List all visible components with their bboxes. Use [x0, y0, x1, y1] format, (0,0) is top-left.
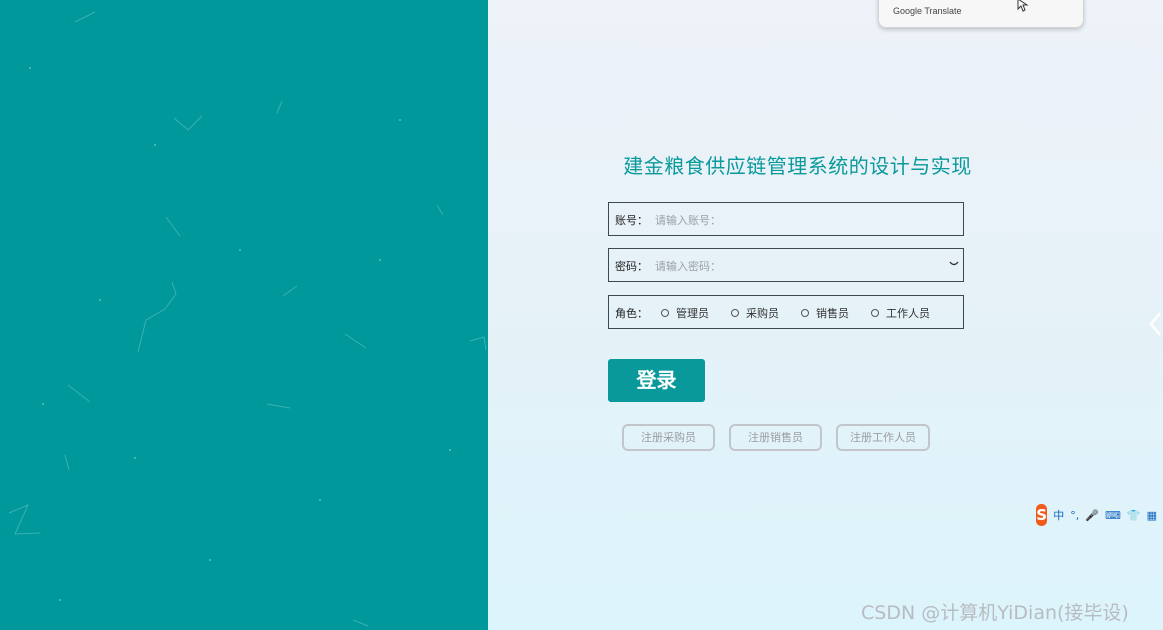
- password-label: 密码：: [615, 260, 648, 273]
- google-translate-popup[interactable]: Google Translate: [878, 0, 1084, 28]
- account-input[interactable]: [653, 207, 947, 233]
- password-field[interactable]: 密码：: [608, 248, 964, 282]
- page-title: 建金粮食供应链管理系统的设计与实现: [623, 154, 972, 178]
- role-option-seller[interactable]: 销售员: [801, 305, 849, 321]
- keyboard-icon[interactable]: ⌨: [1105, 509, 1121, 522]
- ime-punctuation-icon[interactable]: °,: [1070, 509, 1079, 522]
- register-seller-button[interactable]: 注册销售员: [729, 424, 822, 451]
- register-staff-button[interactable]: 注册工作人员: [836, 424, 930, 451]
- role-radio-group: 管理员 采购员 销售员 工作人员: [661, 296, 952, 330]
- skin-icon[interactable]: 👕: [1127, 509, 1141, 522]
- password-input[interactable]: [653, 253, 947, 279]
- ime-mode-toggle[interactable]: 中: [1053, 507, 1064, 523]
- role-option-label: 管理员: [676, 307, 709, 320]
- sogou-logo-icon[interactable]: S: [1036, 504, 1048, 526]
- login-button[interactable]: 登录: [608, 359, 705, 402]
- grid-menu-icon[interactable]: ▦: [1147, 509, 1157, 522]
- radio-circle-icon[interactable]: [801, 309, 809, 317]
- eye-closed-icon[interactable]: [949, 257, 959, 270]
- particle-lines: [8, 11, 487, 627]
- role-option-admin[interactable]: 管理员: [661, 305, 709, 321]
- role-option-label: 销售员: [816, 307, 849, 320]
- radio-circle-icon[interactable]: [661, 309, 669, 317]
- register-purchaser-button[interactable]: 注册采购员: [622, 424, 715, 451]
- role-option-purchaser[interactable]: 采购员: [731, 305, 779, 321]
- radio-circle-icon[interactable]: [871, 309, 879, 317]
- account-label: 账号：: [615, 214, 648, 227]
- mouse-cursor-icon: [1017, 0, 1029, 12]
- role-option-label: 采购员: [746, 307, 779, 320]
- csdn-watermark: CSDN @计算机YiDian(接毕设): [861, 602, 1129, 624]
- role-label: 角色：: [615, 307, 648, 320]
- chevron-left-icon[interactable]: [1149, 312, 1161, 336]
- role-field: 角色： 管理员 采购员 销售员 工作人员: [608, 295, 964, 329]
- role-option-label: 工作人员: [886, 307, 930, 320]
- account-field[interactable]: 账号：: [608, 202, 964, 236]
- ime-toolbar[interactable]: S 中 °, 🎤 ⌨ 👕 ▦: [1036, 504, 1163, 526]
- radio-circle-icon[interactable]: [731, 309, 739, 317]
- background-particles-panel: [0, 0, 488, 630]
- role-option-staff[interactable]: 工作人员: [871, 305, 930, 321]
- microphone-icon[interactable]: 🎤: [1085, 509, 1099, 522]
- google-translate-label: Google Translate: [893, 6, 962, 16]
